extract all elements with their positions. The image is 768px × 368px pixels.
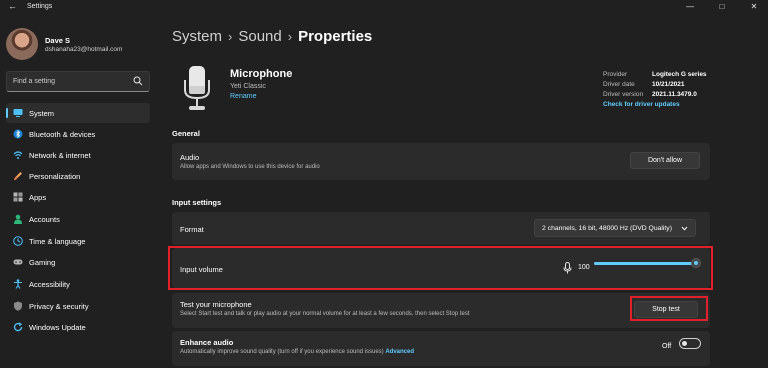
enhance-audio-toggle[interactable] — [679, 338, 701, 349]
sidebar-item-windows-update[interactable]: Windows Update — [6, 317, 150, 337]
driver-version-label: Driver version — [603, 91, 644, 98]
driver-version-value: 2021.11.3479.0 — [652, 91, 697, 98]
rename-link[interactable]: Rename — [230, 93, 256, 100]
chevron-down-icon — [681, 226, 688, 231]
enhance-audio-sub-text: Automatically improve sound quality (tur… — [180, 349, 384, 355]
apps-icon — [13, 192, 23, 202]
sidebar-item-network[interactable]: Network & internet — [6, 145, 150, 165]
sidebar-item-accounts[interactable]: Accounts — [6, 209, 150, 229]
enhance-audio-description: Automatically improve sound quality (tur… — [180, 349, 414, 355]
sidebar-item-personalization[interactable]: Personalization — [6, 166, 150, 186]
gamepad-icon — [13, 259, 23, 265]
provider-label: Provider — [603, 71, 628, 78]
breadcrumb-sound[interactable]: Sound — [238, 28, 281, 45]
bluetooth-icon — [13, 129, 23, 139]
maximize-button[interactable]: □ — [708, 0, 736, 14]
driver-date-value: 10/21/2021 — [652, 81, 685, 88]
test-microphone-description: Select Start test and talk or play audio… — [180, 311, 470, 317]
microphone-image — [184, 66, 210, 110]
audio-label: Audio — [180, 153, 200, 162]
close-button[interactable]: ✕ — [740, 0, 768, 14]
sidebar-item-time-language[interactable]: Time & language — [6, 231, 150, 251]
globe-clock-icon — [13, 236, 23, 246]
check-driver-updates-link[interactable]: Check for driver updates — [603, 101, 680, 108]
input-volume-highlight — [168, 246, 713, 290]
format-value: 2 channels, 16 bit, 48000 Hz (DVD Qualit… — [542, 225, 672, 232]
page-title: Properties — [298, 28, 373, 45]
test-microphone-label: Test your microphone — [180, 300, 252, 309]
sidebar-item-label: Apps — [29, 193, 47, 202]
active-indicator — [6, 108, 8, 118]
sidebar-item-label: Gaming — [29, 258, 56, 267]
sidebar-item-label: System — [29, 109, 55, 118]
sidebar-item-label: Bluetooth & devices — [29, 130, 96, 139]
general-section-title: General — [172, 129, 200, 138]
sidebar-item-accessibility[interactable]: Accessibility — [6, 274, 150, 294]
sidebar-item-privacy[interactable]: Privacy & security — [6, 296, 150, 316]
update-icon — [13, 322, 23, 332]
enhance-audio-state: Off — [662, 343, 672, 350]
chevron-right-icon: › — [228, 29, 233, 44]
monitor-icon — [13, 109, 23, 117]
sidebar-item-system[interactable]: System — [6, 103, 150, 123]
sidebar-item-label: Windows Update — [29, 323, 86, 332]
sidebar-item-label: Personalization — [29, 172, 81, 181]
search-icon — [133, 76, 143, 86]
shield-icon — [14, 301, 22, 311]
sidebar-item-label: Network & internet — [29, 151, 91, 160]
brush-icon — [14, 172, 22, 181]
accessibility-icon — [14, 279, 22, 289]
wifi-icon — [13, 151, 23, 159]
window-title: Settings — [27, 3, 53, 10]
user-email: dshanaha23@hotmail.com — [45, 46, 123, 53]
format-dropdown[interactable]: 2 channels, 16 bit, 48000 Hz (DVD Qualit… — [534, 219, 696, 237]
advanced-link[interactable]: Advanced — [385, 349, 414, 355]
device-model: Yeti Classic — [230, 83, 266, 90]
dont-allow-button[interactable]: Don't allow — [630, 152, 700, 169]
driver-date-label: Driver date — [603, 81, 635, 88]
device-name: Microphone — [230, 68, 293, 80]
sidebar-item-label: Privacy & security — [29, 302, 89, 311]
avatar[interactable] — [6, 28, 38, 60]
audio-card: Audio Allow apps and Windows to use this… — [172, 143, 710, 180]
breadcrumb: System › Sound › Properties — [172, 28, 372, 45]
stop-test-highlight — [630, 296, 708, 321]
sidebar-item-label: Time & language — [29, 237, 86, 246]
sidebar-item-apps[interactable]: Apps — [6, 187, 150, 207]
toggle-knob — [682, 341, 687, 346]
audio-description: Allow apps and Windows to use this devic… — [180, 164, 320, 170]
enhance-audio-card: Enhance audio Automatically improve soun… — [172, 331, 710, 366]
search-input[interactable]: Find a setting — [6, 71, 150, 92]
input-section-title: Input settings — [172, 198, 222, 207]
format-label: Format — [180, 225, 204, 234]
sidebar-item-label: Accounts — [29, 215, 60, 224]
user-name: Dave S — [45, 36, 71, 45]
sidebar-item-bluetooth[interactable]: Bluetooth & devices — [6, 124, 150, 144]
back-arrow-icon[interactable]: ← — [8, 1, 17, 11]
chevron-right-icon: › — [287, 29, 293, 44]
enhance-audio-label: Enhance audio — [180, 338, 234, 347]
format-card: Format 2 channels, 16 bit, 48000 Hz (DVD… — [172, 212, 710, 245]
sidebar-item-label: Accessibility — [29, 280, 70, 289]
person-icon — [14, 214, 22, 224]
sidebar-item-gaming[interactable]: Gaming — [6, 252, 150, 272]
minimize-button[interactable]: — — [676, 0, 704, 14]
breadcrumb-system[interactable]: System — [172, 28, 222, 45]
provider-value: Logitech G series — [652, 71, 707, 78]
search-placeholder: Find a setting — [13, 78, 56, 85]
title-bar: ← Settings — □ ✕ — [0, 0, 768, 14]
